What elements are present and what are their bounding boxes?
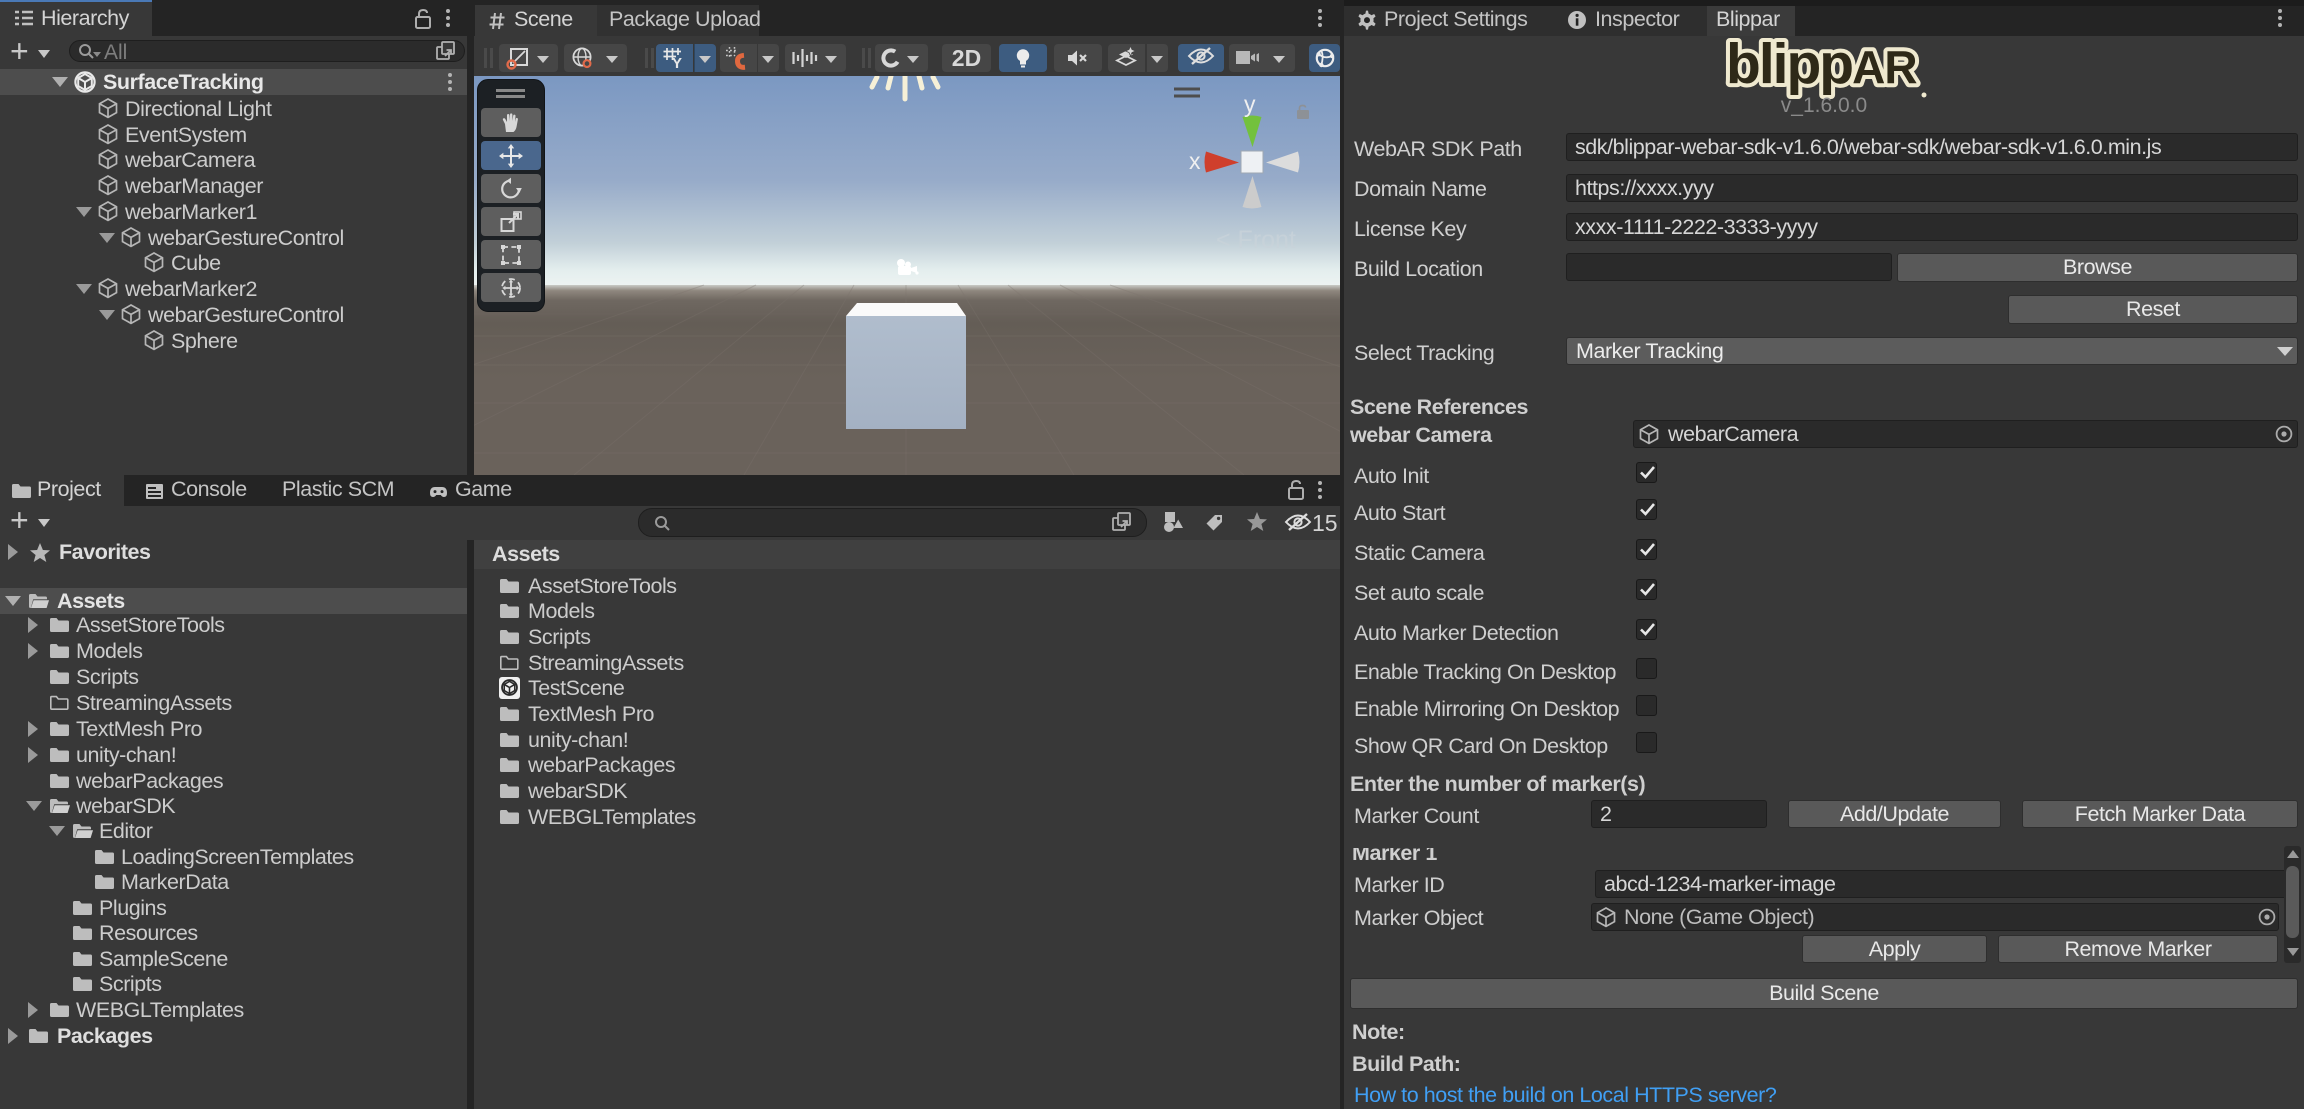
svg-text:y: y xyxy=(1244,91,1256,117)
svg-text:x: x xyxy=(1189,148,1201,174)
svg-text:< Front: < Front xyxy=(1216,226,1296,254)
svg-text:blippAR: blippAR xyxy=(1726,32,1917,96)
svg-text:Y: Y xyxy=(672,55,682,72)
